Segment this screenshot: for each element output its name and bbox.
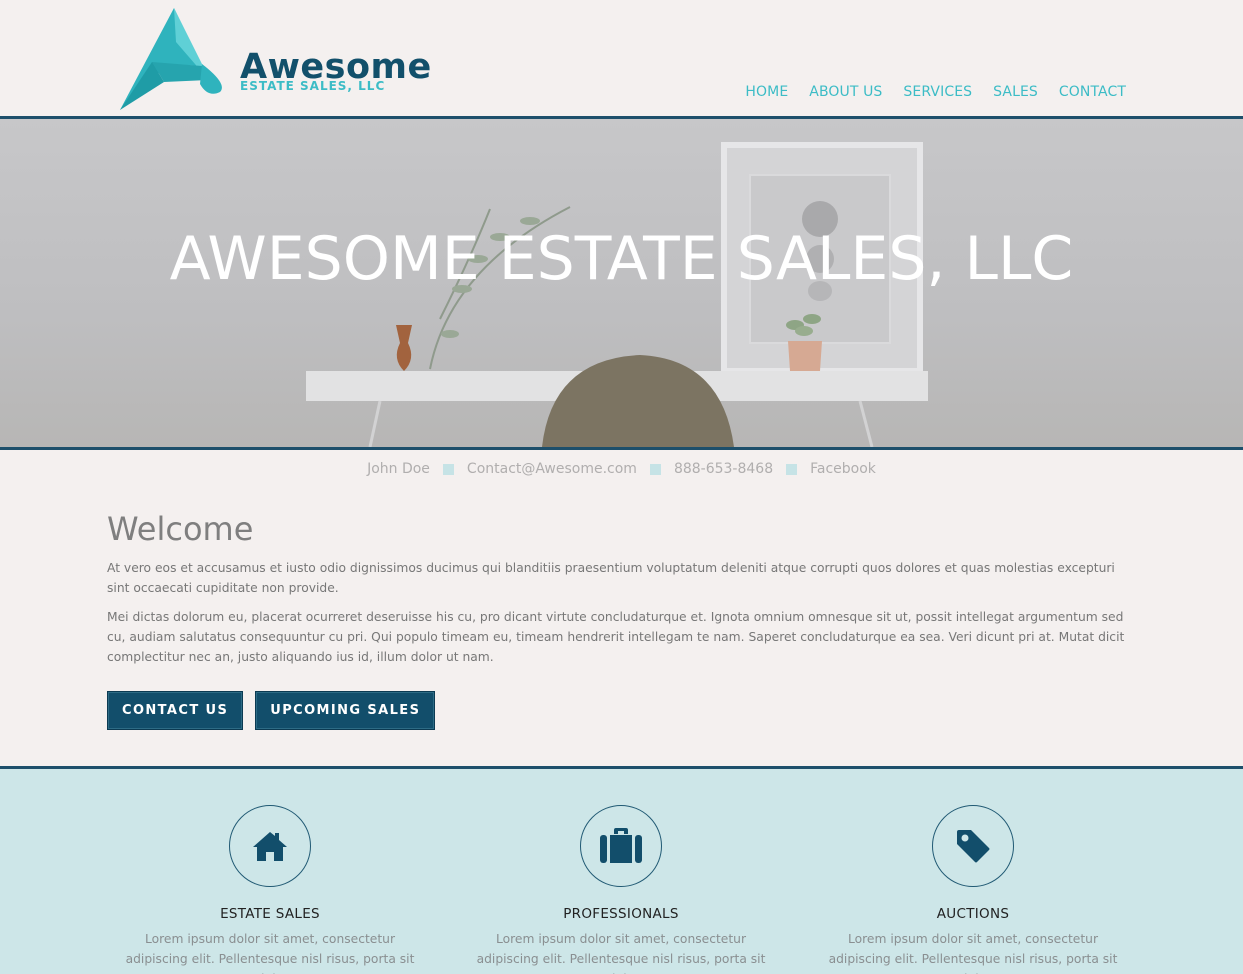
- welcome-buttons: CONTACT US UPCOMING SALES: [107, 691, 436, 730]
- service-title: PROFESSIONALS: [563, 906, 679, 922]
- logo-mark-icon: [120, 8, 222, 110]
- contact-strip: John Doe Contact@Awesome.com 888-653-846…: [0, 461, 1243, 477]
- service-icon-circle: [932, 805, 1014, 887]
- nav-services[interactable]: SERVICES: [903, 84, 972, 100]
- service-icon-circle: [229, 805, 311, 887]
- nav-sales[interactable]: SALES: [993, 84, 1038, 100]
- service-icon-circle: [580, 805, 662, 887]
- logo[interactable]: Awesome ESTATE SALES, LLC: [118, 6, 448, 112]
- site-header: Awesome ESTATE SALES, LLC HOME ABOUT US …: [0, 0, 1243, 116]
- welcome-paragraph: At vero eos et accusamus et iusto odio d…: [107, 561, 1115, 596]
- main-nav: HOME ABOUT US SERVICES SALES CONTACT: [745, 84, 1126, 100]
- service-description: Lorem ipsum dolor sit amet, consectetur …: [476, 932, 766, 974]
- contact-us-button[interactable]: CONTACT US: [107, 691, 244, 730]
- hero-divider: [0, 447, 1243, 450]
- contact-name: John Doe: [367, 461, 430, 477]
- services-section: ESTATE SALES Lorem ipsum dolor sit amet,…: [0, 769, 1243, 974]
- separator-square-icon: [442, 463, 454, 475]
- nav-about-us[interactable]: ABOUT US: [809, 84, 882, 100]
- nav-home[interactable]: HOME: [745, 84, 788, 100]
- separator-square-icon: [786, 463, 798, 475]
- hero-banner: AWESOME ESTATE SALES, LLC: [0, 119, 1243, 447]
- hero-title: AWESOME ESTATE SALES, LLC: [169, 224, 1074, 294]
- nav-contact[interactable]: CONTACT: [1059, 84, 1126, 100]
- upcoming-sales-button[interactable]: UPCOMING SALES: [255, 691, 436, 730]
- service-card-auctions: AUCTIONS Lorem ipsum dolor sit amet, con…: [803, 769, 1143, 974]
- welcome-section: Welcome At vero eos et accusamus et iust…: [107, 510, 1137, 676]
- welcome-paragraph: Mei dictas dolorum eu, placerat ocurrere…: [107, 610, 1125, 665]
- facebook-link[interactable]: Facebook: [810, 461, 876, 477]
- separator-square-icon: [649, 463, 661, 475]
- service-title: AUCTIONS: [936, 906, 1010, 922]
- service-title: ESTATE SALES: [220, 906, 320, 922]
- contact-email-link[interactable]: Contact@Awesome.com: [467, 461, 637, 477]
- service-description: Lorem ipsum dolor sit amet, consectetur …: [125, 932, 415, 974]
- service-card-estate-sales: ESTATE SALES Lorem ipsum dolor sit amet,…: [100, 769, 440, 974]
- welcome-heading: Welcome: [107, 510, 254, 548]
- service-card-professionals: PROFESSIONALS Lorem ipsum dolor sit amet…: [451, 769, 791, 974]
- briefcase-icon: [600, 828, 642, 863]
- service-description: Lorem ipsum dolor sit amet, consectetur …: [828, 932, 1118, 974]
- contact-phone-link[interactable]: 888-653-8468: [674, 461, 773, 477]
- home-icon: [253, 832, 287, 861]
- logo-tagline: ESTATE SALES, LLC: [240, 79, 386, 93]
- tag-icon: [957, 830, 990, 863]
